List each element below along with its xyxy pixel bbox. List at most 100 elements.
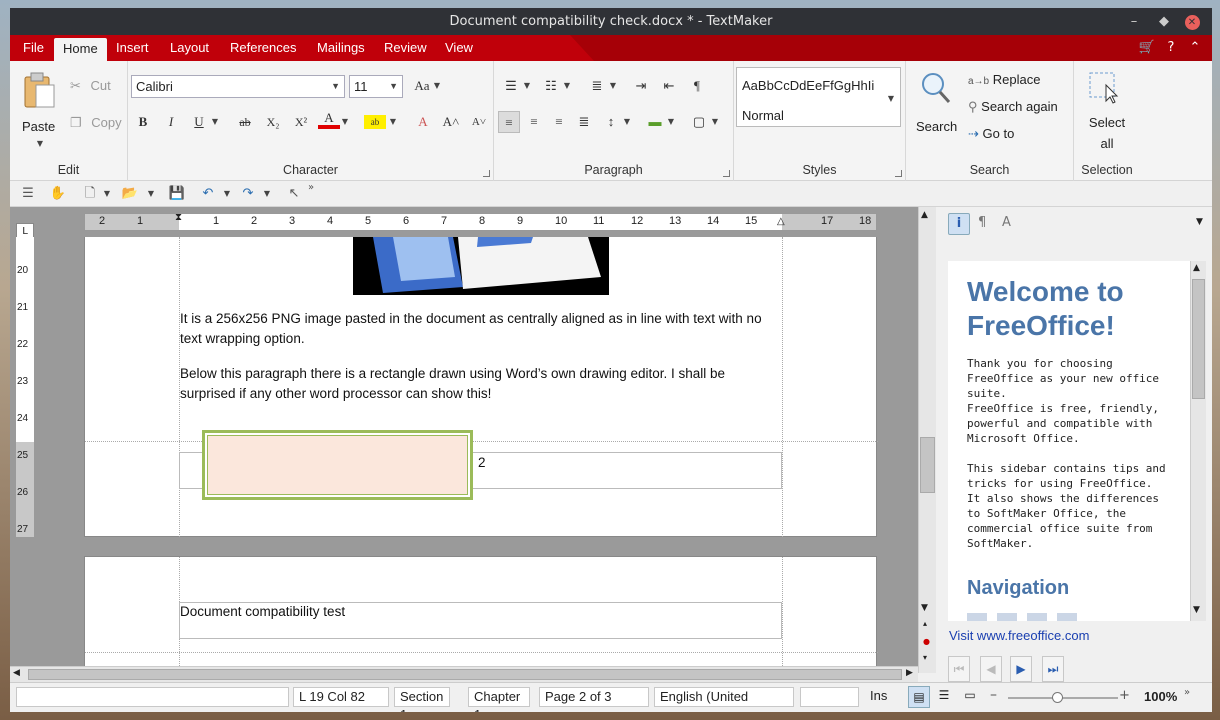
paragraph-dialog-launcher[interactable] xyxy=(723,170,730,177)
chevron-down-icon[interactable]: ▼ xyxy=(886,94,896,103)
header-text[interactable]: Document compatibility test xyxy=(180,602,345,622)
menu-view[interactable]: View xyxy=(436,35,482,61)
normal-view-icon[interactable]: ▤ xyxy=(908,686,930,708)
hand-tool-icon[interactable]: ✋ xyxy=(48,184,68,204)
superscript-button[interactable]: X² xyxy=(290,111,312,133)
h-scroll-thumb[interactable] xyxy=(28,669,902,680)
drawn-rectangle-shape[interactable] xyxy=(202,430,473,500)
minimize-button[interactable]: – xyxy=(1120,8,1148,35)
scroll-thumb[interactable] xyxy=(920,437,935,493)
replace-button[interactable]: a→b Replace xyxy=(968,72,1040,87)
justify-icon[interactable]: ≣ xyxy=(573,111,595,133)
menu-review[interactable]: Review xyxy=(375,35,436,61)
subscript-button[interactable]: X₂ xyxy=(262,111,284,133)
status-language[interactable]: English (United xyxy=(654,687,794,707)
sidebar-scroll-thumb[interactable] xyxy=(1192,279,1205,399)
font-color-icon[interactable]: A xyxy=(318,109,340,129)
sidebar-menu-chevron-icon[interactable]: ▼ xyxy=(1196,217,1203,227)
zoom-out-icon[interactable]: – xyxy=(990,687,997,703)
highlight-icon[interactable]: ab xyxy=(364,115,386,129)
chevron-down-icon[interactable]: ▼ xyxy=(562,81,572,90)
chevron-down-icon[interactable]: ▼ xyxy=(222,189,232,198)
chevron-down-icon[interactable]: ▼ xyxy=(102,189,112,198)
maximize-button[interactable]: ◆ xyxy=(1150,8,1178,35)
font-size-combo[interactable]: 11 ▼ xyxy=(349,75,403,98)
master-page-view-icon[interactable]: ▭ xyxy=(960,688,980,708)
clear-format-icon[interactable]: A xyxy=(412,111,434,133)
menu-mailings[interactable]: Mailings xyxy=(308,35,374,61)
chevron-down-icon[interactable]: ▼ xyxy=(210,117,220,126)
bullets-icon[interactable]: ☰ xyxy=(500,75,522,97)
prev-page-icon[interactable]: ◀ xyxy=(980,656,1002,682)
menu-home[interactable]: Home xyxy=(54,38,107,61)
scroll-left-icon[interactable]: ◀ xyxy=(13,668,20,678)
more-icon[interactable]: » xyxy=(308,182,314,193)
scroll-down-icon[interactable]: ▼ xyxy=(1193,605,1200,615)
chevron-down-icon[interactable]: ▼ xyxy=(388,117,398,126)
chevron-down-icon[interactable]: ▼ xyxy=(608,81,618,90)
vertical-ruler[interactable]: 20 21 22 23 24 25 26 27 xyxy=(16,237,34,537)
styles-dialog-launcher[interactable] xyxy=(895,170,902,177)
shrink-font-icon[interactable]: A˅ xyxy=(468,111,490,133)
chevron-down-icon[interactable]: ▼ xyxy=(522,81,532,90)
paste-icon[interactable] xyxy=(22,69,58,111)
scroll-down-icon[interactable]: ▼ xyxy=(921,603,928,613)
increase-indent-icon[interactable]: ⇥ xyxy=(630,75,652,97)
ribbon-pin-icon[interactable]: ⌃ xyxy=(1186,40,1204,56)
horizontal-ruler[interactable]: 2 1 1 2 3 4 5 6 7 8 9 10 11 12 13 14 15 17 18 ⧗ △ xyxy=(84,212,877,231)
new-document-icon[interactable]: 🗋 xyxy=(80,184,100,204)
chevron-down-icon[interactable]: ▼ xyxy=(262,189,272,198)
goto-button[interactable]: ⇢ Go to xyxy=(968,126,1014,142)
italic-button[interactable]: I xyxy=(160,111,182,133)
decrease-indent-icon[interactable]: ⇤ xyxy=(658,75,680,97)
next-page-nav-icon[interactable]: ▶ xyxy=(1010,656,1032,682)
align-right-icon[interactable]: ≡ xyxy=(548,111,570,133)
chevron-down-icon[interactable]: ▼ xyxy=(432,81,442,90)
cut-button[interactable]: ✂ Cut xyxy=(70,78,111,94)
strikethrough-button[interactable]: ab xyxy=(234,111,256,133)
paragraph-marks-icon[interactable]: ¶ xyxy=(978,215,986,230)
close-button[interactable]: ✕ xyxy=(1178,8,1206,35)
chevron-down-icon[interactable]: ▼ xyxy=(666,117,676,126)
numbering-icon[interactable]: ☷ xyxy=(540,75,562,97)
borders-icon[interactable]: ▢ xyxy=(688,111,710,133)
chevron-down-icon[interactable]: ▼ xyxy=(146,189,156,198)
indent-marker-icon[interactable]: ⧗ xyxy=(175,212,182,223)
help-icon[interactable]: ? xyxy=(1162,40,1180,56)
scroll-up-icon[interactable]: ▲ xyxy=(921,210,928,220)
cart-icon[interactable]: 🛒 xyxy=(1138,40,1156,56)
character-dialog-launcher[interactable] xyxy=(483,170,490,177)
shading-icon[interactable]: ▬ xyxy=(644,111,666,133)
search-label[interactable]: Search xyxy=(916,119,957,134)
chevron-down-icon[interactable]: ▼ xyxy=(710,117,720,126)
search-again-button[interactable]: ⚲ Search again xyxy=(968,99,1058,115)
change-case-icon[interactable]: Aa xyxy=(411,75,433,97)
paste-dropdown-icon[interactable]: ▼ xyxy=(35,139,45,148)
align-left-icon[interactable]: ≡ xyxy=(498,111,520,133)
hamburger-menu-icon[interactable]: ☰ xyxy=(18,184,38,204)
chevron-down-icon[interactable]: ▼ xyxy=(622,117,632,126)
character-style-icon[interactable]: A xyxy=(1002,215,1011,230)
undo-icon[interactable]: ↶ xyxy=(198,184,218,204)
paste-label[interactable]: Paste xyxy=(22,119,55,134)
last-page-icon[interactable]: ⏭ xyxy=(1042,656,1064,682)
zoom-slider-track[interactable] xyxy=(1008,697,1118,699)
multilevel-list-icon[interactable]: ≣ xyxy=(586,75,608,97)
next-page-icon[interactable]: ▾ xyxy=(923,653,927,662)
open-folder-icon[interactable]: 📂 xyxy=(120,184,140,204)
status-insert-mode[interactable]: Ins xyxy=(865,687,905,707)
scroll-right-icon[interactable]: ▶ xyxy=(906,668,913,678)
right-indent-marker-icon[interactable]: △ xyxy=(777,216,785,227)
chevron-down-icon[interactable]: ▼ xyxy=(340,117,350,126)
more-status-icon[interactable]: » xyxy=(1184,687,1190,698)
menu-references[interactable]: References xyxy=(221,35,305,61)
document-vertical-scrollbar[interactable]: ▲ ▼ ▴ ● ▾ xyxy=(918,207,936,673)
bold-button[interactable]: B xyxy=(132,111,154,133)
save-icon[interactable]: 💾 xyxy=(167,184,187,204)
search-icon[interactable] xyxy=(920,71,952,105)
outline-view-icon[interactable]: ☰ xyxy=(934,688,954,708)
document-horizontal-scrollbar[interactable]: ◀ ▶ xyxy=(10,666,918,682)
line-spacing-icon[interactable]: ↕ xyxy=(600,111,622,133)
copy-button[interactable]: ❐ Copy xyxy=(70,115,122,131)
paragraph-1[interactable]: It is a 256x256 PNG image pasted in the … xyxy=(180,309,780,349)
